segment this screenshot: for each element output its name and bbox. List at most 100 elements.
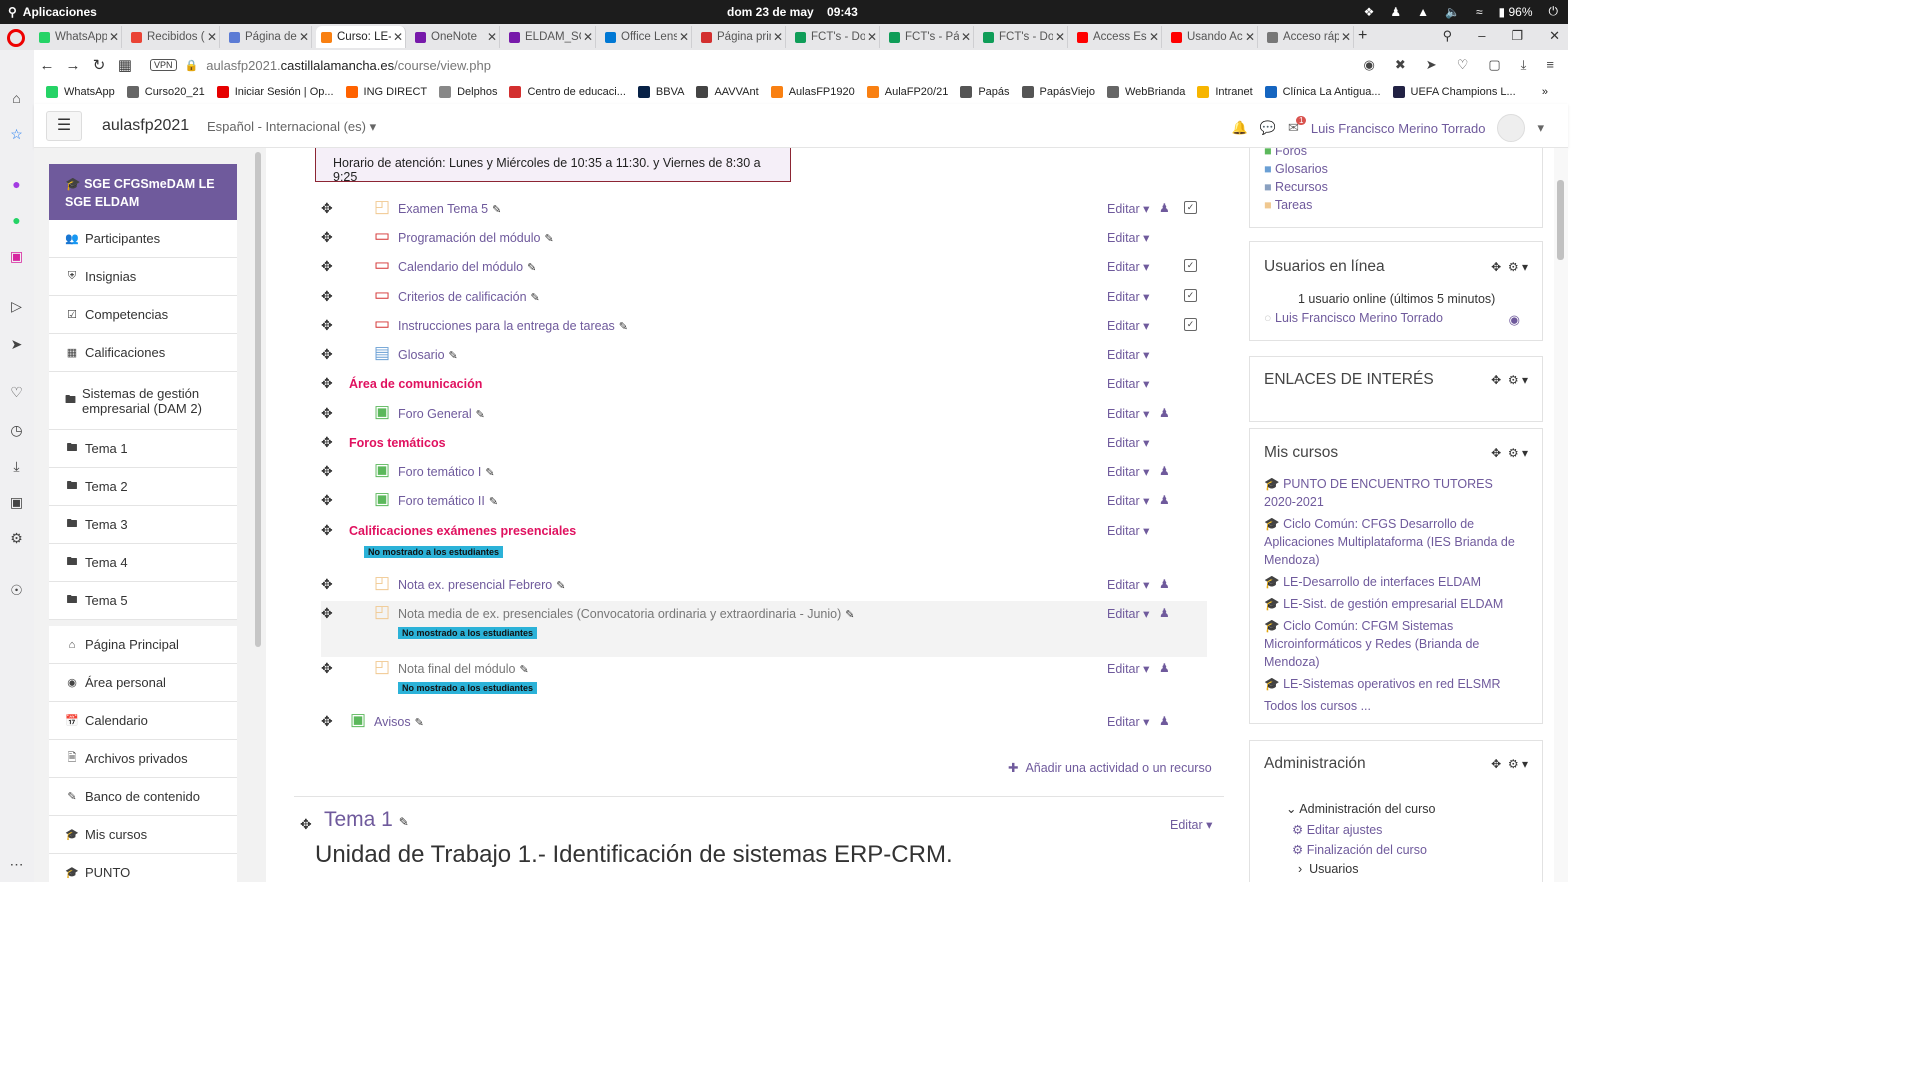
person-icon[interactable]: ♟	[1159, 201, 1170, 215]
requests-icon[interactable]: ✉ 1	[1288, 116, 1307, 136]
opera-logo-icon[interactable]	[7, 29, 25, 47]
user-menu-caret-icon[interactable]: ▾	[1537, 120, 1544, 136]
close-icon[interactable]: ✕	[1243, 30, 1257, 44]
edit-menu[interactable]: Editar ▾	[1107, 376, 1149, 391]
activity-link[interactable]: Nota final del módulo ✎	[398, 662, 529, 676]
person-icon[interactable]: ♟	[1159, 464, 1170, 478]
move-icon[interactable]: ✥	[321, 576, 333, 593]
activity-type-link[interactable]: ■ Recursos	[1264, 178, 1328, 196]
pencil-icon[interactable]: ✎	[415, 717, 424, 729]
download-icon[interactable]: ⤓	[1521, 57, 1527, 73]
maximize-icon[interactable]: ❐	[1511, 28, 1523, 44]
drawer-item[interactable]: 🖿 Tema 5	[49, 582, 237, 620]
section-title[interactable]: Tema 1 ✎	[324, 808, 409, 832]
activity-row[interactable]: ✥ ◰ Nota media de ex. presenciales (Convoc…	[321, 603, 1207, 629]
move-icon[interactable]: ✥	[321, 492, 333, 509]
drawer-item[interactable]: 🖿 Tema 4	[49, 544, 237, 582]
activity-link[interactable]: Calendario del módulo ✎	[398, 260, 536, 274]
edit-menu[interactable]: Editar ▾	[1107, 347, 1149, 362]
activity-row[interactable]: ✥ ▣ Foro General ✎ Editar ▾ ♟	[321, 403, 1207, 429]
gear-icon[interactable]: ⚙	[1508, 373, 1519, 387]
person-icon[interactable]: ♟	[1159, 661, 1170, 675]
person-icon[interactable]: ♟	[1159, 577, 1170, 591]
minimize-icon[interactable]: –	[1478, 28, 1485, 44]
edit-menu[interactable]: Editar ▾	[1107, 523, 1149, 538]
activity-row[interactable]: ✥ ▤ Glosario ✎ Editar ▾	[321, 344, 1207, 370]
course-link[interactable]: 🎓 Ciclo Común: CFGS Desarrollo de Aplica…	[1264, 515, 1526, 569]
drawer-item[interactable]: ☑ Competencias	[49, 296, 237, 334]
drawer-item[interactable]: ◉ Área personal	[49, 664, 237, 702]
drawer-item[interactable]: 🎓 Mis cursos	[49, 816, 237, 854]
bookmark-item[interactable]: WebBrianda	[1107, 85, 1185, 98]
pencil-icon[interactable]: ✎	[519, 664, 528, 676]
url-field[interactable]: aulasfp2021.castillalamancha.es/course/v…	[206, 58, 491, 73]
activity-row[interactable]: ✥ ◰ Nota ex. presencial Febrero ✎ Editar ▾ ♟	[321, 574, 1207, 600]
activity-link[interactable]: Glosario ✎	[398, 348, 458, 362]
vpn-badge[interactable]: VPN	[150, 59, 177, 71]
wifi-icon[interactable]: ≈	[1476, 5, 1483, 19]
site-name[interactable]: aulasfp2021	[102, 117, 189, 135]
activity-link[interactable]: Nota ex. presencial Febrero ✎	[398, 578, 565, 592]
drawer-item[interactable]: 🖿 Sistemas de gestión empresarial (DAM 2)	[49, 372, 237, 430]
move-icon[interactable]: ✥	[321, 317, 333, 334]
edit-menu[interactable]: Editar ▾	[1107, 606, 1149, 621]
browser-tab[interactable]: FCT's - Doc✕	[978, 26, 1068, 48]
flow-icon[interactable]: ➤	[1426, 57, 1437, 73]
extensions-icon[interactable]: ▣	[8, 494, 25, 511]
course-link[interactable]: 🎓 PUNTO DE ENCUENTRO TUTORES 2020-2021	[1264, 475, 1526, 511]
cube-icon[interactable]: ▢	[1488, 57, 1500, 73]
drawer-item[interactable]: 🗎 Archivos privados	[49, 740, 237, 778]
admin-link[interactable]: ⚙ Finalización del curso	[1292, 841, 1427, 859]
completion-checkbox[interactable]: ✓	[1184, 289, 1197, 302]
move-icon[interactable]: ✥	[1491, 446, 1501, 460]
activity-row[interactable]: ✥ ▭ Criterios de calificación ✎ Editar ▾ ✓	[321, 286, 1207, 312]
new-tab-button[interactable]: +	[1358, 27, 1367, 45]
activity-type-link[interactable]: ■ Tareas	[1264, 196, 1312, 214]
player-icon[interactable]: ▷	[8, 298, 25, 315]
snapshot-icon[interactable]: ◉	[1364, 57, 1375, 73]
bookmark-item[interactable]: Curso20_21	[126, 85, 205, 98]
page-scrollbar[interactable]	[1554, 148, 1568, 882]
section-label-row[interactable]: ✥ Área de comunicación Editar ▾	[321, 373, 1207, 399]
activity-link[interactable]: Foro temático I ✎	[398, 465, 495, 479]
section-label-row[interactable]: ✥ Foros temáticos Editar ▾	[321, 432, 1207, 458]
applications-menu[interactable]: ⚲ Aplicaciones	[8, 5, 97, 19]
browser-tab[interactable]: OneNote ✕	[410, 26, 500, 48]
bookmark-item[interactable]: Papás	[960, 85, 1010, 98]
pencil-icon[interactable]: ✎	[845, 609, 854, 621]
move-icon[interactable]: ✥	[321, 375, 333, 392]
move-icon[interactable]: ✥	[321, 229, 333, 246]
pencil-icon[interactable]: ✎	[485, 467, 494, 479]
edit-menu[interactable]: Editar ▾	[1107, 406, 1149, 421]
volume-icon[interactable]: 🔈	[1445, 5, 1460, 19]
activity-link[interactable]: Instrucciones para la entrega de tareas ✎	[398, 319, 628, 333]
power-icon[interactable]: ⏻	[1549, 4, 1559, 19]
close-icon[interactable]: ✕	[107, 30, 121, 44]
whatsapp-icon[interactable]: ●	[8, 212, 25, 229]
course-node[interactable]: 🎓 SGE CFGSmeDAM LE SGE ELDAM	[49, 164, 237, 220]
bookmark-heart-icon[interactable]: ♡	[1457, 57, 1469, 73]
activity-link[interactable]: Criterios de calificación ✎	[398, 290, 540, 304]
drawer-item[interactable]: ⛨ Insignias	[49, 258, 237, 296]
admin-users-node[interactable]: › Usuarios	[1298, 862, 1358, 876]
bookmarks-overflow-icon[interactable]: »	[1542, 86, 1548, 98]
move-icon[interactable]: ✥	[321, 434, 333, 451]
edit-menu[interactable]: Editar ▾	[1107, 259, 1149, 274]
move-icon[interactable]: ✥	[321, 288, 333, 305]
bookmark-item[interactable]: Clínica La Antigua...	[1264, 85, 1381, 98]
bookmark-item[interactable]: AulasFP1920	[770, 85, 855, 98]
activity-link[interactable]: Foro temático II ✎	[398, 494, 498, 508]
speed-dial-icon[interactable]: ☆	[8, 126, 25, 143]
browser-tab[interactable]: FCT's - Pág✕	[884, 26, 974, 48]
close-icon[interactable]: ✕	[1053, 30, 1067, 44]
battery-indicator[interactable]: ▮ 96%	[1499, 5, 1533, 19]
pencil-icon[interactable]: ✎	[619, 321, 628, 333]
browser-tab[interactable]: Página prin ✕	[696, 26, 786, 48]
section-edit-menu[interactable]: Editar ▾	[1170, 817, 1212, 832]
admin-link[interactable]: ⚙ Editar ajustes	[1292, 821, 1382, 839]
drawer-item[interactable]: 👥 Participantes	[49, 220, 237, 258]
search-tabs-icon[interactable]: ⚲	[1443, 28, 1453, 44]
drawer-item[interactable]: 🖿 Tema 2	[49, 468, 237, 506]
clock[interactable]: dom 23 de may 09:43	[727, 5, 858, 19]
browser-tab[interactable]: Recibidos (✕	[126, 26, 220, 48]
